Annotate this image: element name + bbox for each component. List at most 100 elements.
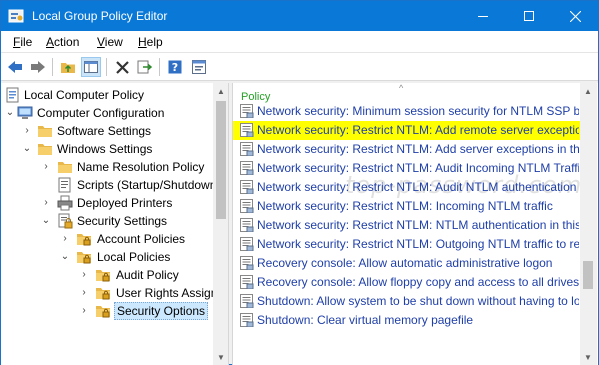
tree-item-security-options[interactable]: › Security Options (1, 302, 211, 320)
policy-list-item[interactable]: Shutdown: Allow system to be shut down w… (233, 292, 580, 311)
scroll-up-arrow-icon[interactable]: ▲ (584, 87, 592, 96)
back-button[interactable] (5, 57, 25, 77)
tree-item-security-settings[interactable]: ⌄ Security Settings (1, 212, 211, 230)
chevron-right-icon[interactable]: › (78, 268, 90, 282)
chevron-down-icon[interactable]: ⌄ (40, 214, 52, 228)
policy-list-item[interactable]: Network security: Restrict NTLM: Outgoin… (233, 235, 580, 254)
list-vertical-scrollbar[interactable]: ▲ ▼ (580, 83, 597, 365)
policy-name: Network security: Restrict NTLM: NTLM au… (257, 218, 579, 232)
scroll-up-arrow-icon[interactable]: ▲ (217, 87, 225, 96)
tree-item-account-policies[interactable]: › Account Policies (1, 230, 211, 248)
security-settings-icon (58, 213, 73, 229)
secure-folder-icon (96, 288, 110, 300)
sort-ascending-icon: ^ (399, 83, 404, 93)
chevron-down-icon[interactable]: ⌄ (59, 250, 71, 264)
delete-button[interactable] (112, 57, 132, 77)
scroll-down-arrow-icon[interactable]: ▼ (584, 353, 592, 362)
policy-name: Network security: Minimum session securi… (257, 104, 579, 118)
policy-name: Network security: Restrict NTLM: Incomin… (257, 199, 553, 213)
policy-setting-icon (240, 142, 254, 156)
chevron-down-icon[interactable]: ⌄ (4, 106, 16, 120)
help-button[interactable]: ? (165, 57, 185, 77)
folder-icon (38, 144, 52, 155)
scroll-thumb[interactable] (216, 101, 226, 219)
menu-help[interactable]: Help (138, 35, 163, 49)
tree-item-label: Account Policies (97, 232, 186, 246)
policy-list-item[interactable]: Recovery console: Allow automatic admini… (233, 254, 580, 273)
policy-name: Network security: Restrict NTLM: Outgoin… (257, 237, 579, 251)
menu-file[interactable]: File (13, 35, 32, 49)
tree-item-audit-policy[interactable]: › Audit Policy (1, 266, 211, 284)
tree-item-deployed-printers[interactable]: › Deployed Printers (1, 194, 211, 212)
policy-list-item[interactable]: Network security: Restrict NTLM: Audit N… (233, 178, 580, 197)
scroll-down-arrow-icon[interactable]: ▼ (217, 353, 225, 362)
policy-setting-icon (240, 275, 254, 289)
maximize-button[interactable] (506, 1, 552, 31)
tree-item-label: Scripts (Startup/Shutdown) (77, 178, 221, 192)
chevron-down-icon[interactable]: ⌄ (21, 142, 33, 156)
tree-item-local-policies[interactable]: ⌄ Local Policies (1, 248, 211, 266)
close-button[interactable] (552, 1, 598, 31)
svg-text:?: ? (172, 61, 178, 74)
chevron-right-icon[interactable]: › (21, 124, 33, 138)
forward-button[interactable] (28, 57, 48, 77)
toolbar-separator (159, 58, 160, 76)
title-bar[interactable]: Local Group Policy Editor (1, 1, 598, 31)
policy-name: Recovery console: Allow floppy copy and … (257, 275, 579, 289)
tree-item-local-computer-policy[interactable]: Local Computer Policy (1, 86, 211, 104)
tree-item-windows-settings[interactable]: ⌄ Windows Settings (1, 140, 211, 158)
up-folder-icon (61, 63, 75, 73)
chevron-right-icon[interactable]: › (59, 232, 71, 246)
policy-setting-icon (240, 218, 254, 232)
tree-item-label: Security Settings (77, 214, 168, 228)
menu-action[interactable]: Action (46, 35, 79, 49)
folder-icon (58, 162, 72, 173)
policy-list-item[interactable]: Network security: Restrict NTLM: Incomin… (233, 197, 580, 216)
toolbar: ? (1, 53, 598, 81)
policy-setting-icon (240, 180, 254, 194)
minimize-icon (478, 15, 488, 17)
console-tree-pane: Local Computer Policy ⌄ Computer Configu… (1, 83, 229, 365)
show-hide-console-tree-button[interactable] (81, 57, 101, 77)
tree-item-software-settings[interactable]: › Software Settings (1, 122, 211, 140)
secure-folder-icon (96, 270, 110, 282)
group-policy-app-icon (8, 9, 24, 23)
tree-item-computer-configuration[interactable]: ⌄ Computer Configuration (1, 104, 211, 122)
menu-view[interactable]: View (97, 35, 123, 49)
chevron-right-icon[interactable]: › (40, 160, 52, 174)
tree-item-name-resolution-policy[interactable]: › Name Resolution Policy (1, 158, 211, 176)
chevron-right-icon[interactable]: › (40, 196, 52, 210)
properties-icon (192, 60, 206, 74)
policy-list-item[interactable]: Network security: Restrict NTLM: Add rem… (233, 121, 580, 140)
policy-list-item[interactable]: Network security: Restrict NTLM: Add ser… (233, 140, 580, 159)
policy-list-item[interactable]: Recovery console: Allow floppy copy and … (233, 273, 580, 292)
tree-item-user-rights-assignment[interactable]: › User Rights Assignment (1, 284, 228, 302)
policy-list-item[interactable]: Network security: Minimum session securi… (233, 102, 580, 121)
minimize-button[interactable] (460, 1, 506, 31)
policy-name: Network security: Restrict NTLM: Audit N… (257, 180, 579, 194)
chevron-right-icon[interactable]: › (78, 286, 90, 300)
policy-setting-icon (240, 256, 254, 270)
show-hide-tree-icon (84, 61, 98, 73)
tree-vertical-scrollbar[interactable]: ▲ ▼ (213, 83, 228, 365)
up-one-level-button[interactable] (58, 57, 78, 77)
window-title: Local Group Policy Editor (32, 9, 168, 23)
policy-setting-icon (240, 161, 254, 175)
policy-name: Shutdown: Clear virtual memory pagefile (257, 313, 474, 327)
close-icon (569, 10, 581, 22)
forward-arrow-icon (31, 61, 45, 73)
chevron-right-icon[interactable]: › (78, 304, 90, 318)
policy-name: Shutdown: Allow system to be shut down w… (257, 294, 579, 308)
policy-list-item[interactable]: Shutdown: Clear virtual memory pagefile (233, 311, 580, 330)
scroll-thumb[interactable] (583, 261, 593, 289)
properties-button[interactable] (189, 57, 209, 77)
policy-list-item[interactable]: Network security: Restrict NTLM: NTLM au… (233, 216, 580, 235)
tree-item-label: Computer Configuration (37, 106, 165, 120)
tree-item-scripts[interactable]: Scripts (Startup/Shutdown) (1, 176, 220, 194)
policy-list-item[interactable]: Network security: Restrict NTLM: Audit I… (233, 159, 580, 178)
export-list-button[interactable] (135, 57, 155, 77)
policy-name: Recovery console: Allow automatic admini… (257, 256, 553, 270)
toolbar-separator (52, 58, 53, 76)
secure-folder-icon (77, 252, 91, 264)
policy-setting-icon (240, 104, 254, 118)
